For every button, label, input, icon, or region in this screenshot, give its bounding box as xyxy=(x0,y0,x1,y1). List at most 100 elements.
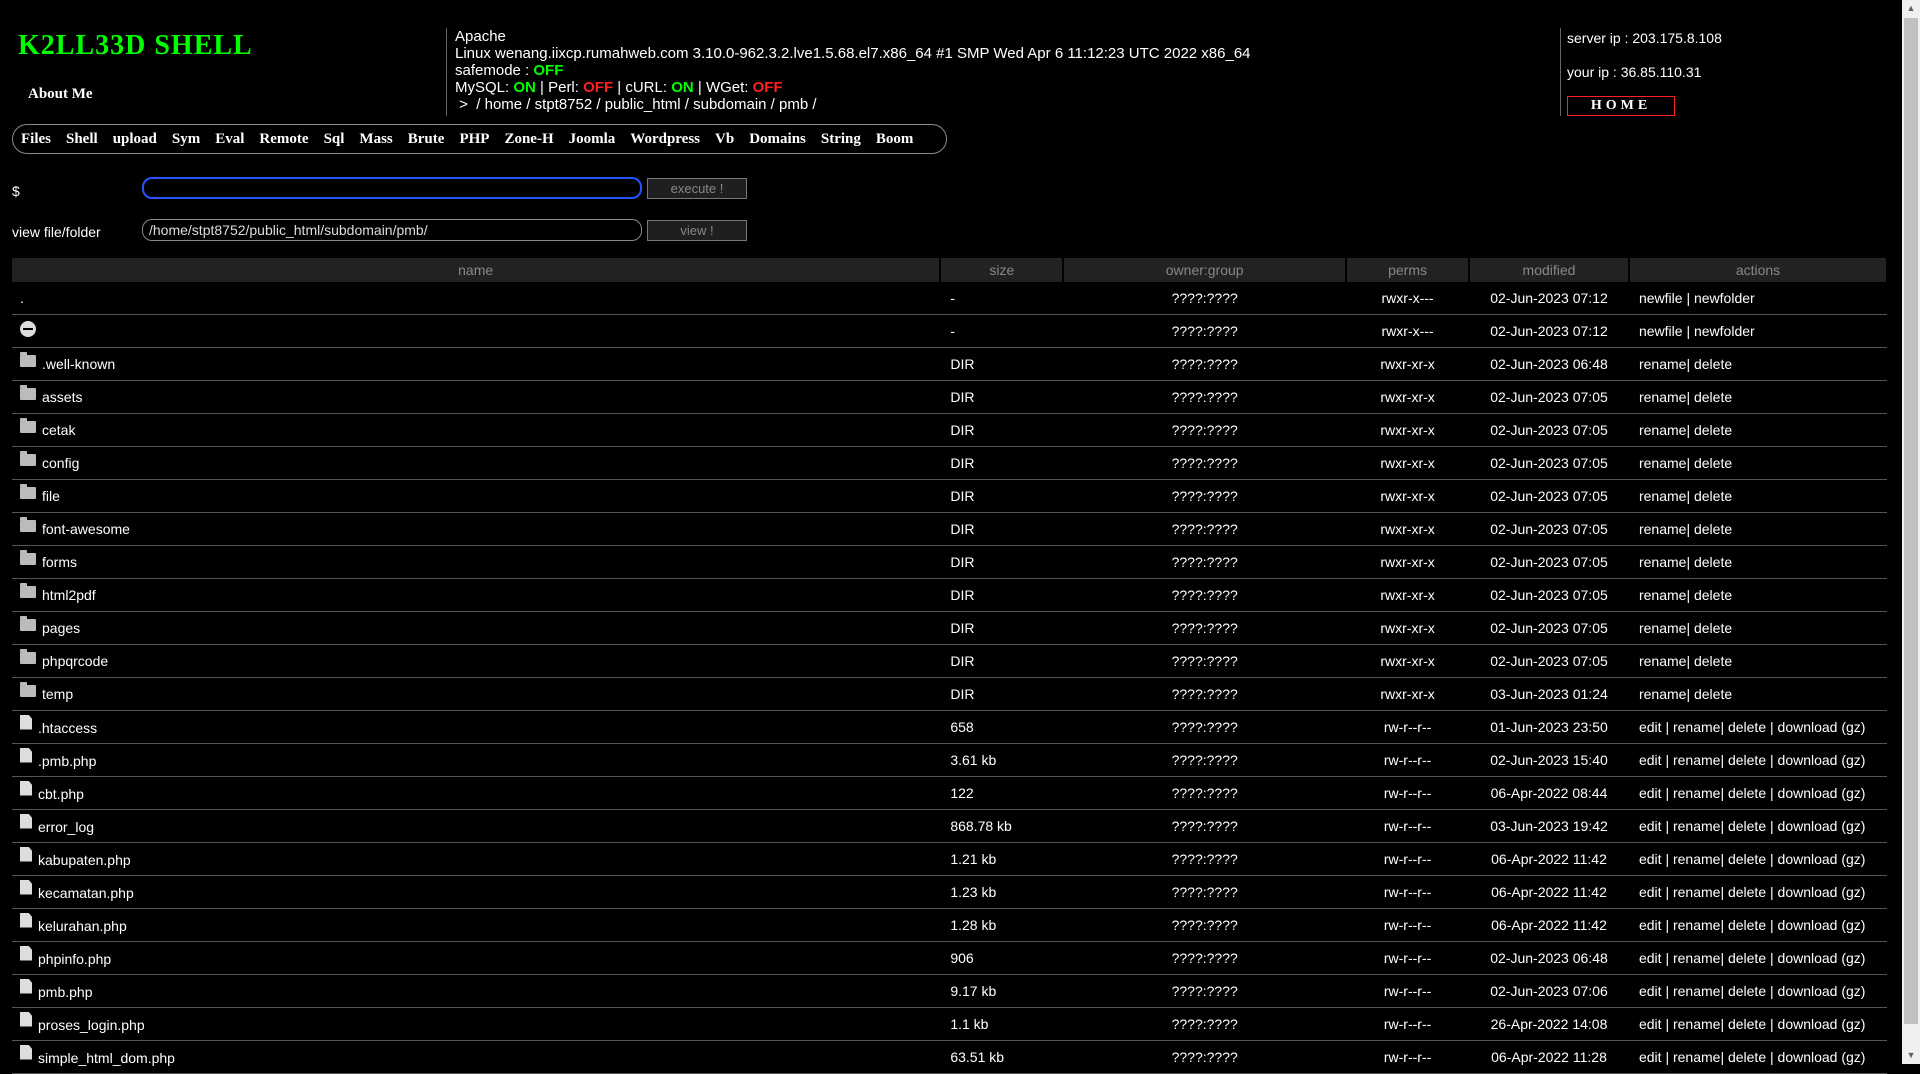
menu-item-files[interactable]: Files xyxy=(21,131,51,148)
cell-actions[interactable]: rename| delete xyxy=(1628,512,1887,546)
cell-actions[interactable]: edit | rename| delete | download (gz) xyxy=(1628,974,1887,1008)
file-name-link[interactable]: error_log xyxy=(38,819,94,835)
file-name-link[interactable]: temp xyxy=(42,686,73,702)
cell-actions[interactable]: newfile | newfolder xyxy=(1628,282,1887,315)
file-name-link[interactable]: cetak xyxy=(42,422,75,438)
file-name-link[interactable]: proses_login.php xyxy=(38,1017,145,1033)
file-name-link[interactable]: font-awesome xyxy=(42,521,130,537)
path-part-home[interactable]: home xyxy=(485,96,523,113)
path-part-user[interactable]: stpt8752 xyxy=(535,96,593,113)
table-row[interactable]: cetak DIR????:???? rwxr-xr-x 02-Jun-2023 07… xyxy=(12,413,1887,447)
about-me-link[interactable]: About Me xyxy=(28,86,93,103)
home-button[interactable]: HOME xyxy=(1567,96,1675,116)
table-row[interactable]: cbt.php 122????:???? rw-r--r-- 06-Apr-2022 … xyxy=(12,776,1887,810)
table-row[interactable]: phpqrcode DIR????:???? rwxr-xr-x 02-Jun-202… xyxy=(12,644,1887,678)
cell-actions[interactable]: edit | rename| delete | download (gz) xyxy=(1628,941,1887,975)
scroll-up-arrow-icon[interactable]: ▲ xyxy=(1902,0,1920,17)
menu-item-domains[interactable]: Domains xyxy=(749,131,806,148)
file-name-link[interactable]: config xyxy=(42,455,79,471)
menu-item-sql[interactable]: Sql xyxy=(324,131,345,148)
menu-item-upload[interactable]: upload xyxy=(113,131,157,148)
cell-actions[interactable]: rename| delete xyxy=(1628,380,1887,414)
file-name-link[interactable]: html2pdf xyxy=(42,587,96,603)
table-row[interactable]: .pmb.php 3.61 kb????:???? rw-r--r-- 02-Jun-… xyxy=(12,743,1887,777)
file-name-link[interactable]: kecamatan.php xyxy=(38,885,134,901)
menu-item-sym[interactable]: Sym xyxy=(172,131,200,148)
table-row[interactable]: error_log 868.78 kb????:???? rw-r--r-- 03-J… xyxy=(12,809,1887,843)
file-name-link[interactable]: .well-known xyxy=(42,356,115,372)
parent-dir-icon[interactable] xyxy=(20,321,36,337)
file-name-link[interactable]: file xyxy=(42,488,60,504)
cell-actions[interactable]: rename| delete xyxy=(1628,611,1887,645)
table-row[interactable]: font-awesome DIR????:???? rwxr-xr-x 02-Jun-… xyxy=(12,512,1887,546)
table-row[interactable]: phpinfo.php 906????:???? rw-r--r-- 02-Jun-2… xyxy=(12,941,1887,975)
file-name-link[interactable]: cbt.php xyxy=(38,786,84,802)
table-row[interactable]: forms DIR????:???? rwxr-xr-x 02-Jun-2023 07… xyxy=(12,545,1887,579)
path-part-public-html[interactable]: public_html xyxy=(605,96,681,113)
file-name-link[interactable]: .pmb.php xyxy=(38,753,96,769)
cell-actions[interactable]: edit | rename| delete | download (gz) xyxy=(1628,1007,1887,1041)
path-part-pmb[interactable]: pmb xyxy=(779,96,808,113)
cell-actions[interactable]: edit | rename| delete | download (gz) xyxy=(1628,710,1887,744)
cell-actions[interactable]: rename| delete xyxy=(1628,578,1887,612)
cell-actions[interactable]: edit | rename| delete | download (gz) xyxy=(1628,776,1887,810)
file-name-link[interactable]: phpqrcode xyxy=(42,653,108,669)
file-name-link[interactable]: pages xyxy=(42,620,80,636)
file-name-link[interactable]: kabupaten.php xyxy=(38,852,131,868)
file-name-link[interactable]: simple_html_dom.php xyxy=(38,1050,175,1066)
menu-item-php[interactable]: PHP xyxy=(459,131,489,148)
menu-item-eval[interactable]: Eval xyxy=(215,131,244,148)
table-row[interactable]: file DIR????:???? rwxr-xr-x 02-Jun-2023 07:… xyxy=(12,479,1887,513)
table-row[interactable]: simple_html_dom.php 63.51 kb????:???? rw-r… xyxy=(12,1040,1887,1074)
cell-actions[interactable]: edit | rename| delete | download (gz) xyxy=(1628,809,1887,843)
menu-item-brute[interactable]: Brute xyxy=(408,131,445,148)
command-input[interactable] xyxy=(142,177,642,199)
cell-actions[interactable]: edit | rename| delete | download (gz) xyxy=(1628,875,1887,909)
cell-actions[interactable]: rename| delete xyxy=(1628,677,1887,711)
file-name-link[interactable]: assets xyxy=(42,389,82,405)
file-name-link[interactable]: phpinfo.php xyxy=(38,951,111,967)
menu-item-mass[interactable]: Mass xyxy=(359,131,392,148)
path-part-subdomain[interactable]: subdomain xyxy=(693,96,766,113)
table-row[interactable]: kabupaten.php 1.21 kb????:???? rw-r--r-- 06… xyxy=(12,842,1887,876)
menu-item-boom[interactable]: Boom xyxy=(876,131,914,148)
table-row[interactable]: assets DIR????:???? rwxr-xr-x 02-Jun-2023 0… xyxy=(12,380,1887,414)
menu-item-remote[interactable]: Remote xyxy=(259,131,308,148)
file-name-link[interactable]: forms xyxy=(42,554,77,570)
table-row[interactable]: kecamatan.php 1.23 kb????:???? rw-r--r-- 06… xyxy=(12,875,1887,909)
cell-actions[interactable]: edit | rename| delete | download (gz) xyxy=(1628,908,1887,942)
table-row[interactable]: html2pdf DIR????:???? rwxr-xr-x 02-Jun-2023… xyxy=(12,578,1887,612)
table-row[interactable]: -????:???? rwxr-x--- 02-Jun-2023 07:12 newf… xyxy=(12,314,1887,348)
cell-actions[interactable]: edit | rename| delete | download (gz) xyxy=(1628,1040,1887,1074)
table-row[interactable]: . -????:???? rwxr-x--- 02-Jun-2023 07:12 new… xyxy=(12,282,1887,315)
view-path-input[interactable] xyxy=(142,219,642,241)
file-name-link[interactable]: pmb.php xyxy=(38,984,92,1000)
table-row[interactable]: pmb.php 9.17 kb????:???? rw-r--r-- 02-Jun-2… xyxy=(12,974,1887,1008)
table-row[interactable]: pages DIR????:???? rwxr-xr-x 02-Jun-2023 07… xyxy=(12,611,1887,645)
scroll-down-arrow-icon[interactable]: ▼ xyxy=(1902,1047,1920,1064)
cell-actions[interactable]: rename| delete xyxy=(1628,644,1887,678)
file-name-link[interactable]: .htaccess xyxy=(38,720,97,736)
cell-actions[interactable]: rename| delete xyxy=(1628,479,1887,513)
cell-actions[interactable]: edit | rename| delete | download (gz) xyxy=(1628,743,1887,777)
table-row[interactable]: temp DIR????:???? rwxr-xr-x 03-Jun-2023 01:… xyxy=(12,677,1887,711)
cell-actions[interactable]: rename| delete xyxy=(1628,413,1887,447)
table-row[interactable]: config DIR????:???? rwxr-xr-x 02-Jun-2023 0… xyxy=(12,446,1887,480)
table-row[interactable]: proses_login.php 1.1 kb????:???? rw-r--r--… xyxy=(12,1007,1887,1041)
menu-item-joomla[interactable]: Joomla xyxy=(569,131,616,148)
cell-actions[interactable]: newfile | newfolder xyxy=(1628,314,1887,348)
table-row[interactable]: kelurahan.php 1.28 kb????:???? rw-r--r-- 06… xyxy=(12,908,1887,942)
table-row[interactable]: .htaccess 658????:???? rw-r--r-- 01-Jun-202… xyxy=(12,710,1887,744)
execute-button[interactable]: execute ! xyxy=(647,178,747,199)
scrollbar-thumb[interactable] xyxy=(1904,18,1918,1024)
file-name-link[interactable]: kelurahan.php xyxy=(38,918,127,934)
cell-actions[interactable]: rename| delete xyxy=(1628,446,1887,480)
menu-item-vb[interactable]: Vb xyxy=(715,131,734,148)
menu-item-string[interactable]: String xyxy=(821,131,861,148)
cell-actions[interactable]: rename| delete xyxy=(1628,545,1887,579)
menu-item-wordpress[interactable]: Wordpress xyxy=(630,131,700,148)
menu-item-shell[interactable]: Shell xyxy=(66,131,98,148)
menu-item-zone-h[interactable]: Zone-H xyxy=(504,131,553,148)
cell-actions[interactable]: edit | rename| delete | download (gz) xyxy=(1628,842,1887,876)
view-button[interactable]: view ! xyxy=(647,220,747,241)
